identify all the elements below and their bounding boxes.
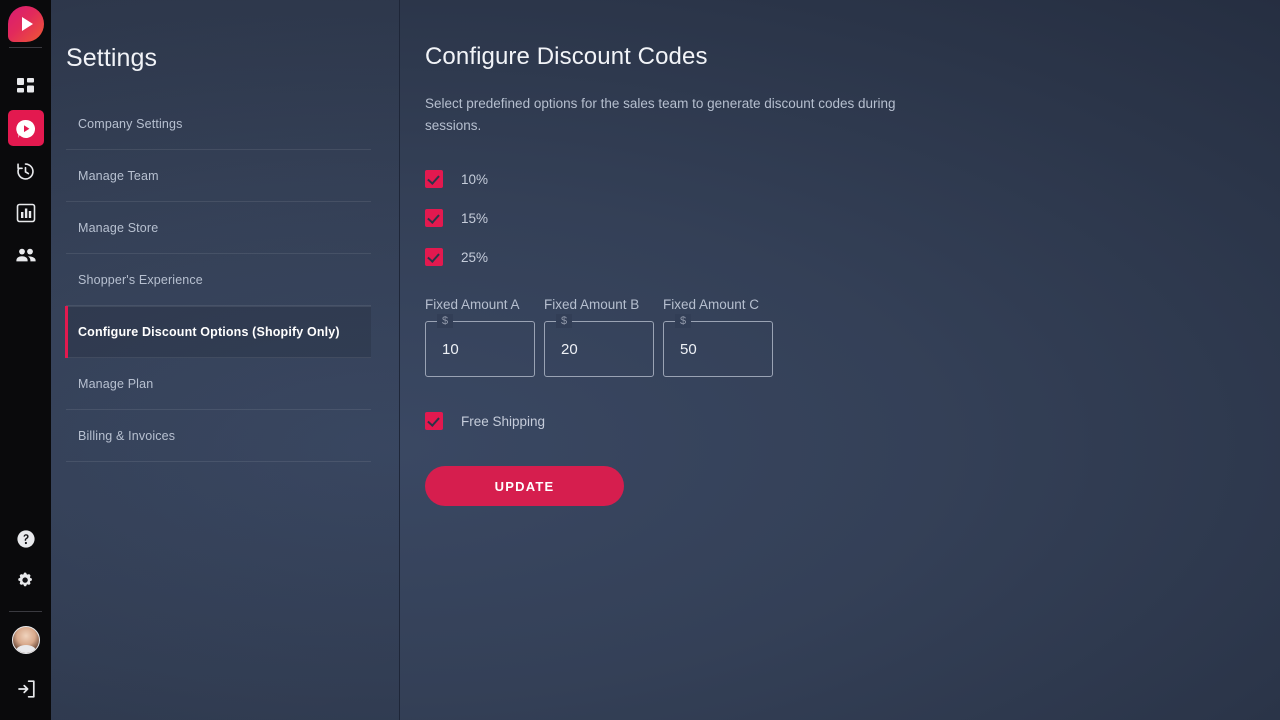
history-clock-icon — [15, 161, 36, 182]
logout-arrow-icon — [16, 679, 36, 699]
percent-options-group: 10% 15% 25% — [425, 169, 1280, 267]
page-title: Settings — [66, 44, 157, 73]
checkbox-label-25-percent: 25% — [461, 250, 488, 265]
rail-item-video-sessions[interactable] — [0, 108, 51, 150]
rail-bottom-items — [0, 518, 51, 720]
app-window: Settings Company Settings Manage Team Ma… — [0, 0, 1280, 720]
checkbox-row-10[interactable]: 10% — [425, 169, 1280, 189]
rail-item-analytics[interactable] — [0, 192, 51, 234]
sidebar-item-company-settings[interactable]: Company Settings — [66, 98, 371, 150]
checkbox-row-free-shipping[interactable]: Free Shipping — [425, 411, 1280, 431]
dashboard-grid-icon — [16, 77, 36, 97]
rail-primary-items — [0, 66, 51, 276]
fixed-amount-b-group: Fixed Amount B $ 20 — [544, 297, 654, 377]
content-title: Configure Discount Codes — [425, 43, 1280, 71]
rail-item-settings[interactable] — [0, 560, 51, 602]
checkbox-10-percent[interactable] — [425, 170, 443, 188]
checkbox-label-10-percent: 10% — [461, 172, 488, 187]
sidebar-item-manage-plan[interactable]: Manage Plan — [66, 358, 371, 410]
checkbox-label-15-percent: 15% — [461, 211, 488, 226]
currency-legend-b: $ — [556, 314, 572, 328]
logo-play-triangle — [22, 17, 33, 31]
sidebar-item-shoppers-experience[interactable]: Shopper's Experience — [66, 254, 371, 306]
content-description: Select predefined options for the sales … — [425, 93, 903, 137]
checkbox-row-15[interactable]: 15% — [425, 208, 1280, 228]
rail-item-help[interactable] — [0, 518, 51, 560]
icon-rail — [0, 0, 51, 720]
main-content: Configure Discount Codes Select predefin… — [400, 0, 1280, 720]
checkbox-free-shipping[interactable] — [425, 412, 443, 430]
checkbox-25-percent[interactable] — [425, 248, 443, 266]
play-video-icon — [15, 118, 37, 140]
fixed-amount-c-input[interactable]: $ 50 — [663, 321, 773, 377]
fixed-amount-b-label: Fixed Amount B — [544, 297, 654, 315]
update-button[interactable]: UPDATE — [425, 466, 624, 506]
sidebar-item-configure-discount-options[interactable]: Configure Discount Options (Shopify Only… — [66, 306, 371, 358]
help-circle-icon — [16, 529, 36, 549]
sidebar-item-manage-store[interactable]: Manage Store — [66, 202, 371, 254]
checkbox-label-free-shipping: Free Shipping — [461, 414, 545, 429]
rail-item-history[interactable] — [0, 150, 51, 192]
settings-nav-list: Company Settings Manage Team Manage Stor… — [66, 98, 371, 462]
fixed-amount-c-group: Fixed Amount C $ 50 — [663, 297, 773, 377]
fixed-amount-fields: Fixed Amount A $ 10 Fixed Amount B $ 20 … — [425, 297, 1280, 377]
avatar-image — [12, 626, 40, 654]
currency-legend-a: $ — [437, 314, 453, 328]
settings-panel: Settings Company Settings Manage Team Ma… — [51, 0, 400, 720]
app-logo-icon[interactable] — [8, 6, 44, 42]
rail-divider-top — [9, 47, 42, 48]
fixed-amount-a-group: Fixed Amount A $ 10 — [425, 297, 535, 377]
fixed-amount-a-input[interactable]: $ 10 — [425, 321, 535, 377]
rail-item-dashboard[interactable] — [0, 66, 51, 108]
fixed-amount-a-value: 10 — [442, 341, 459, 358]
sidebar-item-manage-team[interactable]: Manage Team — [66, 150, 371, 202]
account-avatar[interactable] — [0, 612, 51, 668]
logout-button[interactable] — [0, 668, 51, 710]
fixed-amount-c-label: Fixed Amount C — [663, 297, 773, 315]
gear-icon — [16, 571, 36, 591]
fixed-amount-b-value: 20 — [561, 341, 578, 358]
bar-chart-icon — [16, 203, 36, 223]
fixed-amount-b-input[interactable]: $ 20 — [544, 321, 654, 377]
fixed-amount-c-value: 50 — [680, 341, 697, 358]
checkbox-15-percent[interactable] — [425, 209, 443, 227]
sidebar-item-billing-invoices[interactable]: Billing & Invoices — [66, 410, 371, 462]
fixed-amount-a-label: Fixed Amount A — [425, 297, 535, 315]
rail-item-team[interactable] — [0, 234, 51, 276]
checkbox-row-25[interactable]: 25% — [425, 247, 1280, 267]
currency-legend-c: $ — [675, 314, 691, 328]
people-group-icon — [15, 245, 37, 265]
